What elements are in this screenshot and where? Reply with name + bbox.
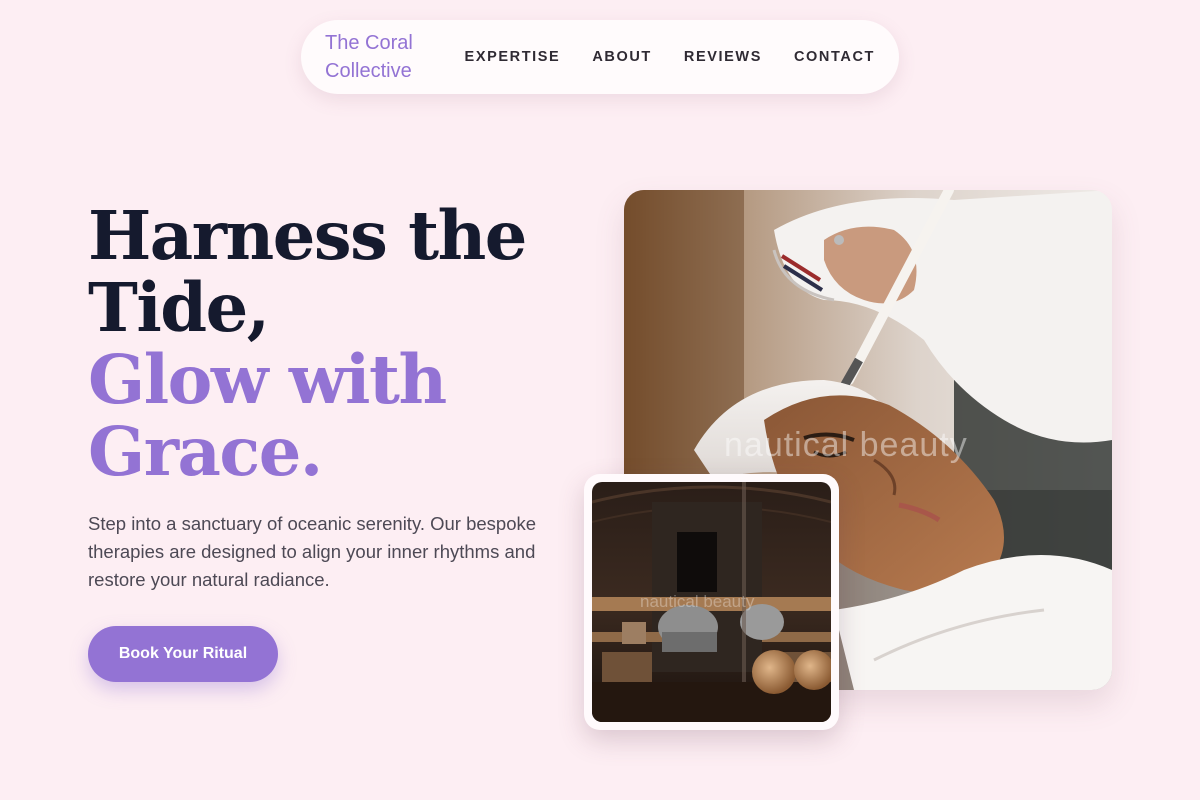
headline-accent-line-1: Glow with	[88, 340, 447, 419]
headline-line-2: Tide,	[88, 268, 270, 347]
sauna-photo: nautical beauty	[592, 482, 831, 722]
brand-logo[interactable]: The Coral Collective	[325, 29, 419, 85]
top-navigation: The Coral Collective EXPERTISE ABOUT REV…	[301, 20, 899, 94]
book-ritual-button[interactable]: Book Your Ritual	[88, 626, 278, 682]
hero-headline: Harness the Tide, Glow with Grace.	[88, 196, 527, 491]
inset-photo-watermark: nautical beauty	[640, 592, 755, 611]
nav-link-contact[interactable]: CONTACT	[794, 49, 875, 65]
nav-link-expertise[interactable]: EXPERTISE	[465, 49, 561, 65]
nav-link-about[interactable]: ABOUT	[592, 49, 652, 65]
nav-link-reviews[interactable]: REVIEWS	[684, 49, 762, 65]
main-photo-watermark: nautical beauty	[724, 426, 968, 464]
nav-links: EXPERTISE ABOUT REVIEWS CONTACT	[465, 49, 875, 65]
sauna-photo-card: nautical beauty	[584, 474, 839, 730]
hero-description: Step into a sanctuary of oceanic serenit…	[88, 513, 537, 590]
headline-accent-line-2: Grace.	[88, 412, 323, 491]
headline-line-1: Harness the	[88, 196, 527, 275]
